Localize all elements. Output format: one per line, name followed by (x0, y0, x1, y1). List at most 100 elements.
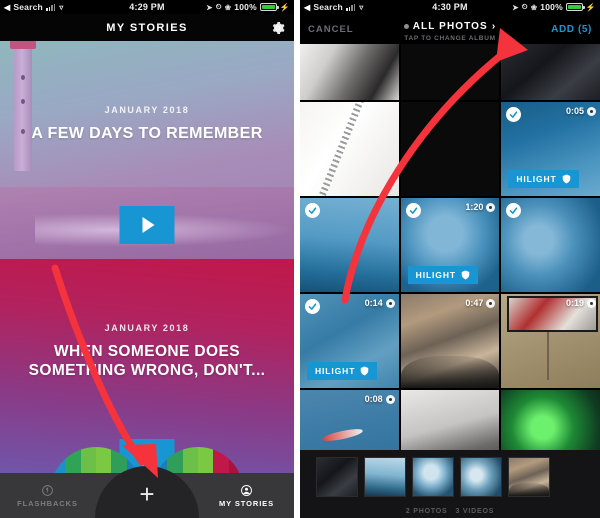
duration-label: 0:14 (364, 298, 383, 308)
hilight-badge[interactable]: HILIGHT (407, 266, 478, 284)
story-headline: WHEN SOMEONE DOES SOMETHING WRONG, DON'T… (28, 343, 266, 379)
checkmark-icon[interactable] (305, 203, 320, 218)
selected-thumbnail[interactable] (508, 457, 550, 497)
video-dot-icon (586, 298, 596, 308)
photo-cell[interactable]: 0:47 (400, 294, 500, 388)
story-date-label: JANUARY 2018 (104, 323, 190, 333)
duration-label: 0:08 (364, 394, 383, 404)
left-phone-screen: ◀ Search ▿ 4:29 PM ➤ ⏲ ❀ 100% ⚡ MY STORI… (0, 0, 296, 518)
selected-thumbnail[interactable] (412, 457, 454, 497)
duration-label: 0:05 (565, 106, 584, 116)
video-duration-badge: 1:20 (465, 202, 496, 212)
duration-label: 0:19 (565, 298, 584, 308)
photo-cell[interactable] (501, 198, 600, 292)
tab-my-stories[interactable]: MY STORIES (199, 484, 294, 508)
hilight-label: HILIGHT (516, 174, 557, 184)
thumbnail-image (365, 458, 405, 496)
hilight-badge[interactable]: HILIGHT (508, 170, 579, 188)
photos-count: 2 PHOTOS (405, 507, 448, 515)
selected-thumbnail[interactable] (316, 457, 358, 497)
wire-decoration (546, 331, 549, 381)
chevron-down-icon: › (491, 21, 497, 32)
photo-cell[interactable]: 1:20 HILIGHT (400, 198, 500, 292)
photo-cell[interactable] (300, 44, 399, 100)
video-dot-icon (385, 394, 395, 404)
left-navbar: MY STORIES (0, 14, 294, 41)
thumbnail-image (317, 458, 357, 496)
story-date-label: JANUARY 2018 (104, 105, 190, 115)
battery-full-icon (259, 3, 279, 11)
selection-count-bar: 2 PHOTOS 3 VIDEOS (300, 504, 600, 518)
right-phone-screen: ◀ Search ▿ 4:30 PM ➤ ⏲ ❀ 100% ⚡ CANCEL A… (300, 0, 600, 518)
add-story-button[interactable]: + (95, 473, 199, 518)
photo-cell[interactable] (300, 102, 399, 196)
videos-count: 3 VIDEOS (455, 507, 495, 515)
thumbnail-image (509, 458, 549, 496)
tab-label: MY STORIES (219, 498, 274, 508)
video-duration-badge: 0:05 (566, 106, 596, 116)
page-title: MY STORIES (106, 21, 188, 34)
tab-flashbacks[interactable]: FLASHBACKS (0, 484, 95, 508)
flashbacks-icon (42, 484, 53, 496)
photo-thumbnail (300, 102, 399, 196)
video-dot-icon (385, 298, 395, 308)
right-navbar: CANCEL ALL PHOTOS › TAP TO CHANGE ALBUM … (300, 14, 600, 44)
battery-full-icon (565, 3, 585, 11)
checkmark-icon[interactable] (305, 299, 320, 314)
checkmark-icon[interactable] (405, 203, 421, 218)
photo-thumbnail (300, 44, 399, 100)
selected-thumbnail[interactable] (460, 457, 502, 497)
story-card[interactable]: JANUARY 2018 A FEW DAYS TO REMEMBER (0, 41, 294, 259)
album-badge-icon (403, 24, 409, 29)
album-selector-row: ALL PHOTOS › (403, 21, 497, 32)
photo-cell[interactable]: 0:05 HILIGHT (501, 102, 600, 196)
left-tabbar: FLASHBACKS + MY STORIES (0, 473, 294, 518)
tab-label: FLASHBACKS (17, 498, 78, 508)
photo-thumbnail (400, 44, 500, 100)
photo-cell[interactable] (501, 44, 600, 100)
person-circle-icon (241, 484, 252, 496)
selected-thumbnails-strip (300, 450, 600, 504)
duration-label: 0:47 (465, 298, 484, 308)
video-duration-badge: 0:19 (566, 298, 596, 308)
video-dot-icon (486, 202, 496, 212)
duration-label: 1:20 (465, 202, 484, 212)
video-dot-icon (486, 298, 496, 308)
stories-list: JANUARY 2018 A FEW DAYS TO REMEMBER JANU… (0, 41, 294, 487)
photo-cell[interactable] (400, 44, 500, 100)
shield-icon (461, 270, 470, 280)
hilight-badge[interactable]: HILIGHT (307, 362, 378, 380)
photo-grid: 0:05 HILIGHT 1:20 HILIGHT 0:14 HILIGHT 0:47 0:1… (300, 44, 600, 484)
video-dot-icon (586, 106, 596, 116)
photo-cell[interactable] (400, 102, 500, 196)
album-subtitle: TAP TO CHANGE ALBUM (404, 35, 496, 42)
album-selector[interactable]: ALL PHOTOS › TAP TO CHANGE ALBUM (300, 16, 600, 42)
video-duration-badge: 0:47 (465, 298, 496, 308)
photo-thumbnail (400, 102, 500, 196)
photo-cell[interactable] (300, 198, 399, 292)
screenshot-stage: ◀ Search ▿ 4:29 PM ➤ ⏲ ❀ 100% ⚡ MY STORI… (0, 0, 600, 518)
gear-icon[interactable] (270, 20, 286, 36)
story-card[interactable]: JANUARY 2018 WHEN SOMEONE DOES SOMETHING… (0, 259, 294, 487)
play-icon (142, 217, 155, 233)
video-duration-badge: 0:08 (365, 394, 395, 404)
play-button[interactable] (119, 206, 175, 244)
photo-thumbnail (400, 294, 500, 388)
thumbnail-image (461, 458, 501, 496)
story-headline: A FEW DAYS TO REMEMBER (31, 125, 263, 142)
selected-thumbnail[interactable] (364, 457, 406, 497)
hilight-label: HILIGHT (315, 366, 356, 376)
right-status-bar: ◀ Search ▿ 4:30 PM ➤ ⏲ ❀ 100% ⚡ (300, 0, 600, 14)
photo-thumbnail (501, 44, 600, 100)
left-status-bar: ◀ Search ▿ 4:29 PM ➤ ⏲ ❀ 100% ⚡ (0, 0, 294, 14)
hilight-label: HILIGHT (415, 270, 456, 280)
status-time: 4:30 PM (432, 2, 468, 12)
photo-cell[interactable]: 0:14 HILIGHT (300, 294, 399, 388)
shield-icon (562, 174, 570, 184)
thumbnail-image (413, 458, 453, 496)
album-label: ALL PHOTOS (412, 21, 488, 32)
plus-icon: + (139, 478, 155, 509)
status-time: 4:29 PM (129, 2, 165, 12)
video-duration-badge: 0:14 (365, 298, 395, 308)
photo-cell[interactable]: 0:19 (501, 294, 600, 388)
